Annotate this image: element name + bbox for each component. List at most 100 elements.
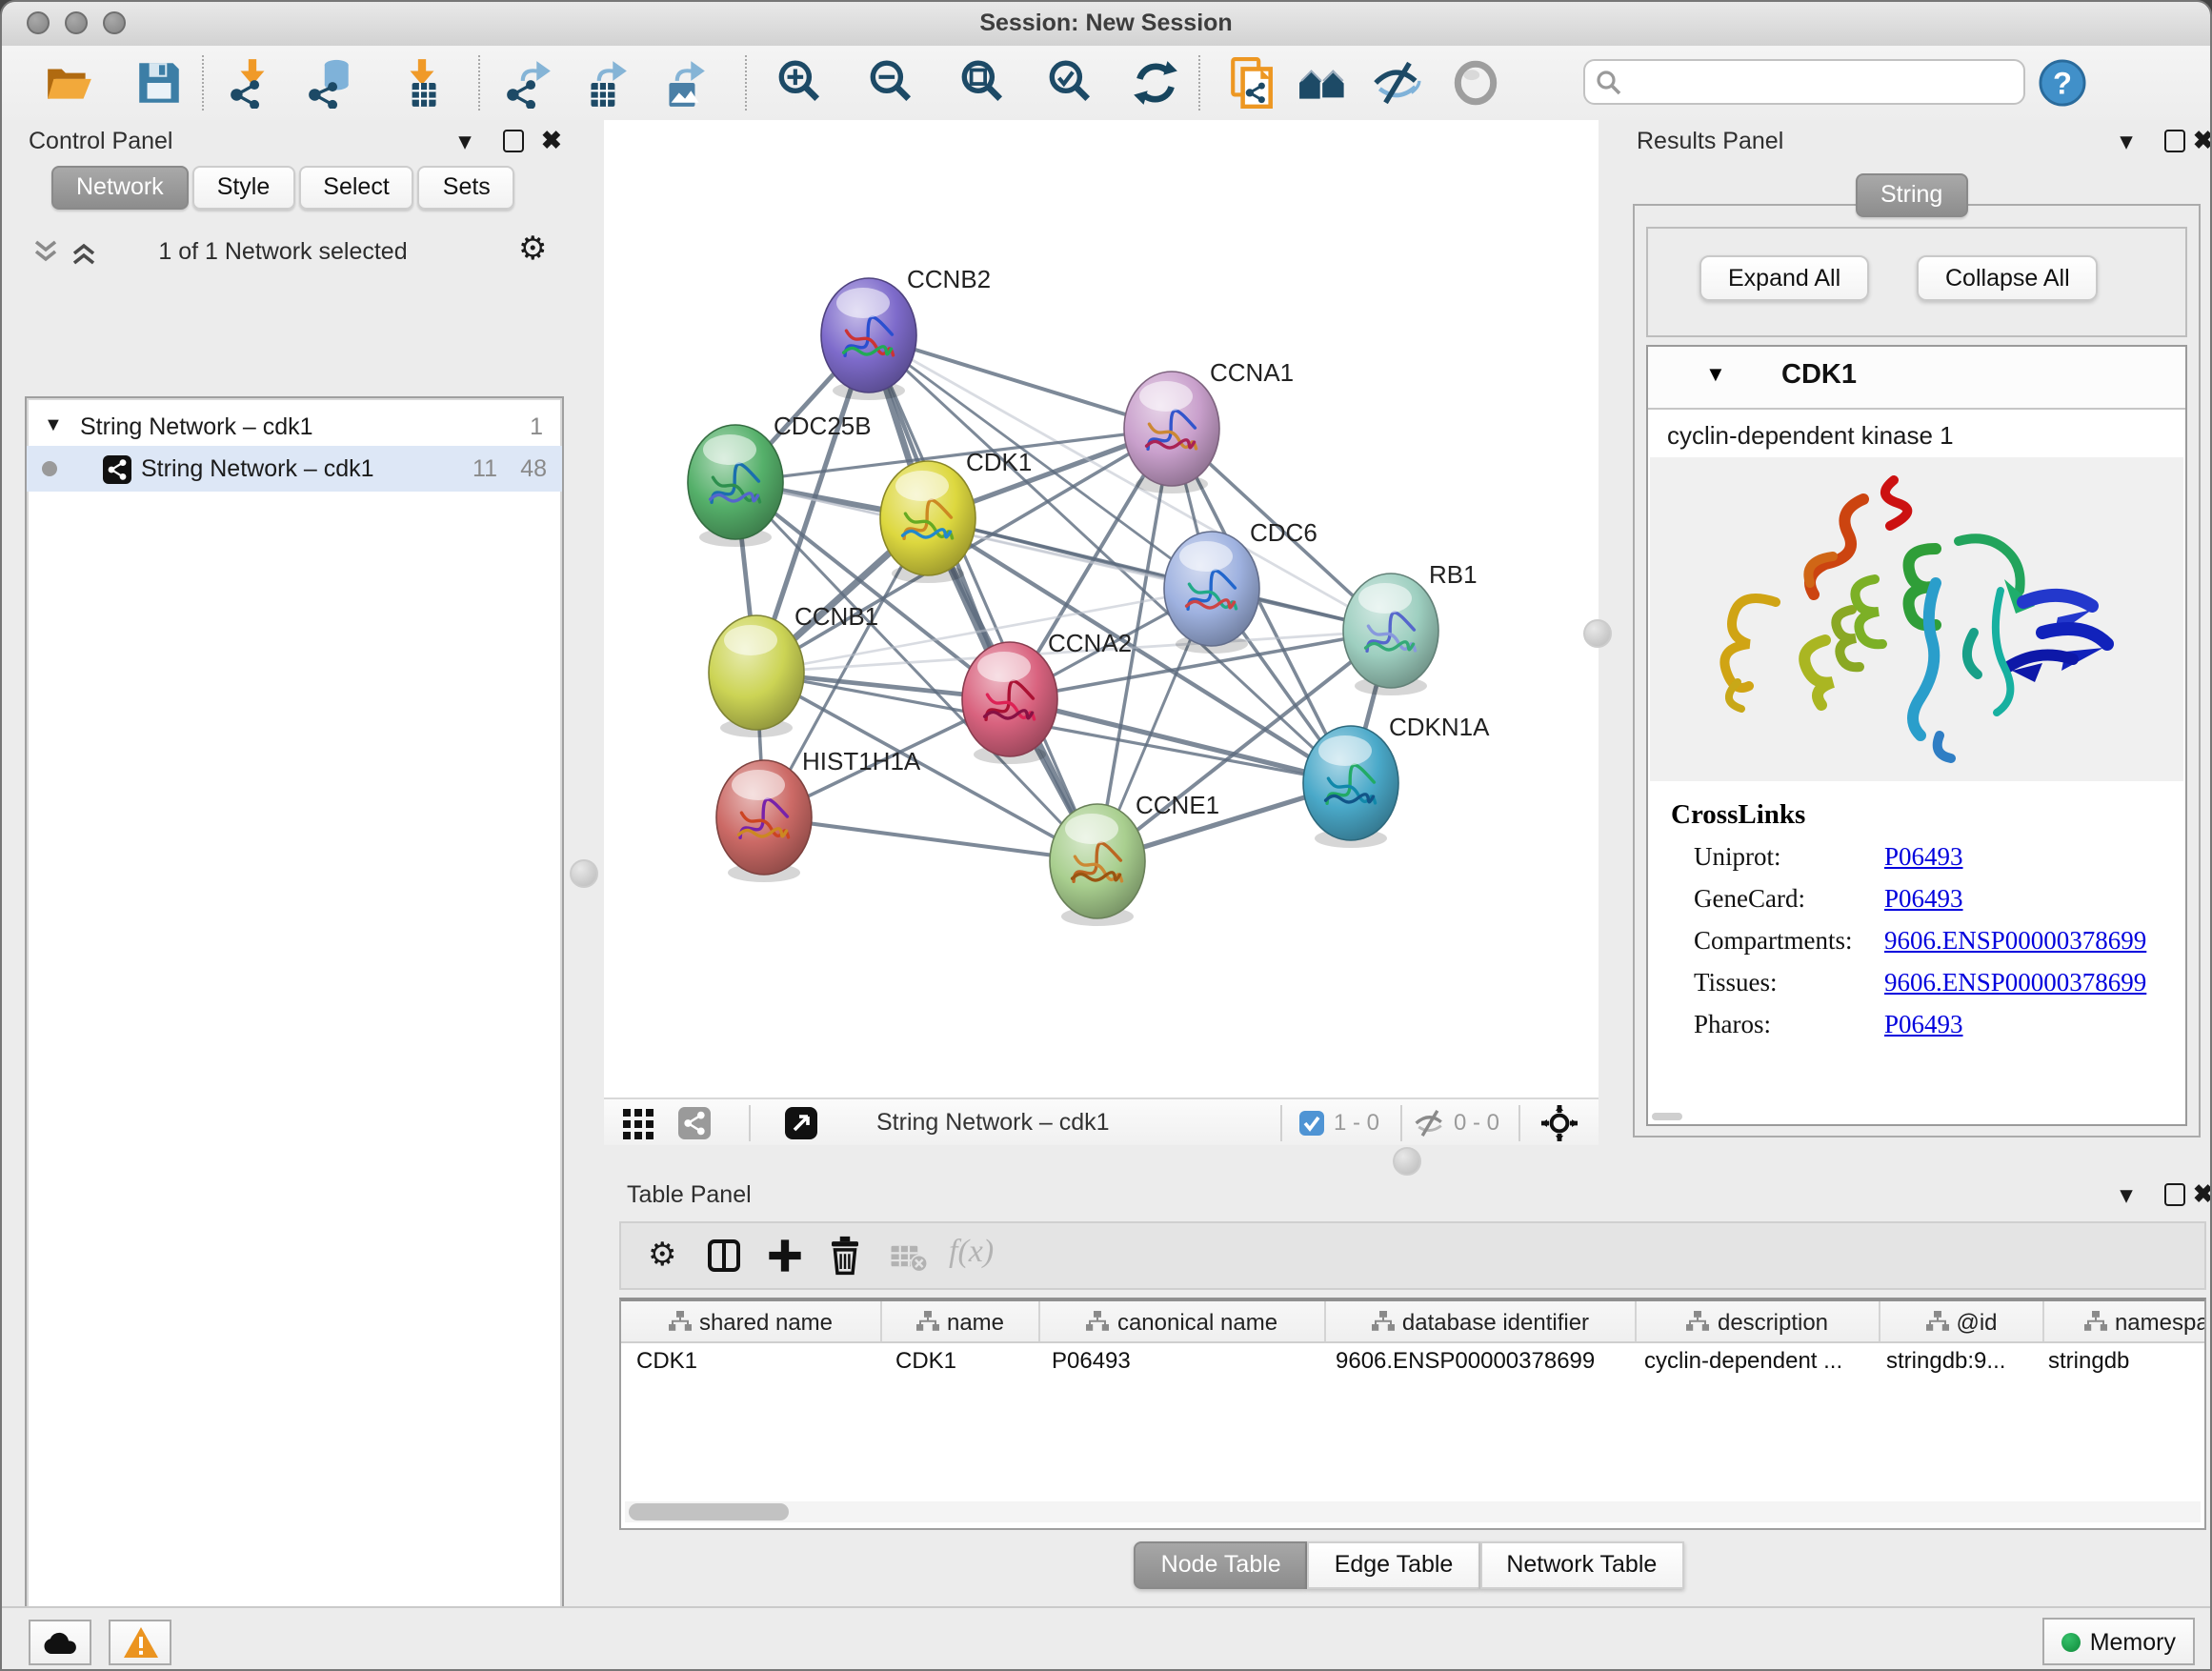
network-node-CDC6[interactable]: CDC6 xyxy=(1164,518,1317,654)
column-header[interactable]: shared name xyxy=(621,1301,882,1341)
tab-style[interactable]: Style xyxy=(192,166,295,210)
zoom-fit-icon[interactable] xyxy=(956,57,1008,109)
splitter-handle-icon[interactable] xyxy=(570,859,598,888)
column-header[interactable]: @id xyxy=(1880,1301,2044,1341)
home-icon[interactable] xyxy=(1297,57,1349,109)
delete-trash-icon[interactable] xyxy=(825,1235,865,1286)
import-table-icon[interactable] xyxy=(396,57,448,109)
open-session-icon[interactable] xyxy=(44,57,95,109)
table-cell[interactable]: stringdb:9... xyxy=(1871,1343,2033,1379)
string-view-icon[interactable] xyxy=(678,1107,711,1149)
left-splitter[interactable] xyxy=(564,120,604,1612)
h-splitter-handle-icon[interactable] xyxy=(1393,1147,1421,1176)
network-status-dot-icon xyxy=(42,461,57,476)
delete-column-icon[interactable] xyxy=(890,1242,928,1282)
save-session-icon[interactable] xyxy=(133,57,185,109)
tab-edge-table[interactable]: Edge Table xyxy=(1308,1541,1480,1589)
add-row-plus-icon[interactable] xyxy=(766,1237,804,1284)
zoom-in-icon[interactable] xyxy=(774,57,825,109)
table-menu-icon[interactable]: ▾ xyxy=(2121,1181,2132,1208)
panel-menu-icon[interactable]: ▾ xyxy=(459,128,471,154)
gray-eye-icon[interactable] xyxy=(1450,57,1501,109)
panel-float-icon[interactable] xyxy=(503,130,524,152)
network-node-CDK1[interactable]: CDK1 xyxy=(880,448,1032,583)
show-columns-icon[interactable] xyxy=(705,1237,743,1284)
import-network-icon[interactable] xyxy=(227,57,278,109)
network-node-CCNB1[interactable]: CCNB1 xyxy=(709,602,878,737)
network-node-HIST1H1A[interactable]: HIST1H1A xyxy=(716,747,921,882)
table-cell[interactable]: cyclin-dependent ... xyxy=(1629,1343,1871,1379)
crosslink-link[interactable]: P06493 xyxy=(1884,1010,1963,1040)
crosslink-link[interactable]: P06493 xyxy=(1884,842,1963,873)
network-edge[interactable] xyxy=(869,335,1097,861)
column-header[interactable]: database identifier xyxy=(1326,1301,1637,1341)
tab-network-table[interactable]: Network Table xyxy=(1479,1541,1683,1589)
table-cell[interactable]: P06493 xyxy=(1036,1343,1320,1379)
table-cell[interactable]: CDK1 xyxy=(880,1343,1036,1379)
crosslink-link[interactable]: P06493 xyxy=(1884,884,1963,915)
import-database-icon[interactable] xyxy=(305,57,356,109)
export-table-icon[interactable] xyxy=(579,57,631,109)
function-builder-icon[interactable]: f(x) xyxy=(949,1233,994,1271)
network-edge[interactable] xyxy=(764,817,1097,861)
results-float-icon[interactable] xyxy=(2164,130,2185,152)
table-row[interactable]: CDK1CDK1P064939606.ENSP00000378699cyclin… xyxy=(621,1343,2204,1379)
table-close-icon[interactable]: ✖ xyxy=(2193,1179,2212,1210)
birdseye-view-icon[interactable] xyxy=(785,1107,817,1149)
network-collection-row[interactable]: ▼ String Network – cdk1 1 xyxy=(27,408,562,446)
column-header[interactable]: namespace xyxy=(2044,1301,2206,1341)
tab-select[interactable]: Select xyxy=(298,166,414,210)
tab-string-results[interactable]: String xyxy=(1856,173,1967,217)
network-node-CCNE1[interactable]: CCNE1 xyxy=(1050,791,1219,926)
expand-all-button[interactable]: Expand All xyxy=(1699,255,1869,301)
memory-button[interactable]: Memory xyxy=(2042,1618,2195,1665)
network-node-CCNA1[interactable]: CCNA1 xyxy=(1124,358,1294,493)
crosslink-link[interactable]: 9606.ENSP00000378699 xyxy=(1884,968,2146,998)
network-canvas[interactable]: CCNB2CCNA1CDC25BCDK1CDC6RB1CCNB1CCNA2CDK… xyxy=(604,120,1599,1097)
network-options-gear-icon[interactable]: ⚙ xyxy=(518,232,548,265)
table-hscrollbar[interactable] xyxy=(625,1501,2201,1522)
hide-eye-icon[interactable] xyxy=(1372,57,1423,109)
network-label: String Network – cdk1 xyxy=(141,446,374,492)
results-close-icon[interactable]: ✖ xyxy=(2193,126,2212,156)
table-hscroll-thumb[interactable] xyxy=(629,1503,789,1520)
fit-content-crosshair-icon[interactable] xyxy=(1541,1105,1578,1151)
tab-network[interactable]: Network xyxy=(51,166,189,210)
right-splitter-handle-icon[interactable] xyxy=(1583,619,1612,648)
zoom-out-icon[interactable] xyxy=(865,57,916,109)
column-header[interactable]: description xyxy=(1637,1301,1880,1341)
help-icon[interactable]: ? xyxy=(2039,59,2090,111)
export-image-icon[interactable] xyxy=(657,57,709,109)
table-float-icon[interactable] xyxy=(2164,1183,2185,1206)
hidden-eye-icon[interactable] xyxy=(1414,1107,1446,1149)
column-header[interactable]: canonical name xyxy=(1040,1301,1326,1341)
network-row-selected[interactable]: String Network – cdk1 11 48 xyxy=(27,446,562,492)
share-document-icon[interactable] xyxy=(1227,57,1278,109)
tab-node-table[interactable]: Node Table xyxy=(1135,1541,1308,1589)
export-network-icon[interactable] xyxy=(503,57,554,109)
disclosure-triangle-icon[interactable]: ▼ xyxy=(44,408,63,446)
card-hscroll-thumb[interactable] xyxy=(1652,1113,1682,1120)
table-cell[interactable]: CDK1 xyxy=(621,1343,880,1379)
table-cell[interactable]: stringdb xyxy=(2033,1343,2206,1379)
selected-checkbox-icon[interactable] xyxy=(1299,1111,1324,1145)
zoom-selected-icon[interactable] xyxy=(1044,57,1096,109)
search-input[interactable] xyxy=(1583,59,2025,105)
horizontal-splitter[interactable] xyxy=(604,1145,2212,1176)
refresh-icon[interactable] xyxy=(1130,57,1181,109)
crosslink-link[interactable]: 9606.ENSP00000378699 xyxy=(1884,926,2146,956)
table-gear-icon[interactable]: ⚙ xyxy=(648,1238,677,1271)
column-header[interactable]: name xyxy=(882,1301,1040,1341)
tab-sets[interactable]: Sets xyxy=(418,166,515,210)
cdk1-disclosure-icon[interactable]: ▼ xyxy=(1705,364,1726,387)
grid-view-icon[interactable] xyxy=(623,1109,654,1149)
collapse-all-button[interactable]: Collapse All xyxy=(1917,255,2099,301)
cloud-button[interactable] xyxy=(29,1620,91,1665)
table-cell[interactable]: 9606.ENSP00000378699 xyxy=(1320,1343,1629,1379)
network-node-RB1[interactable]: RB1 xyxy=(1343,560,1478,695)
network-node-CDKN1A[interactable]: CDKN1A xyxy=(1303,713,1490,848)
results-menu-icon[interactable]: ▾ xyxy=(2121,128,2132,154)
panel-close-icon[interactable]: ✖ xyxy=(541,126,562,156)
warning-button[interactable] xyxy=(109,1620,171,1665)
network-node-CCNB2[interactable]: CCNB2 xyxy=(821,265,991,400)
